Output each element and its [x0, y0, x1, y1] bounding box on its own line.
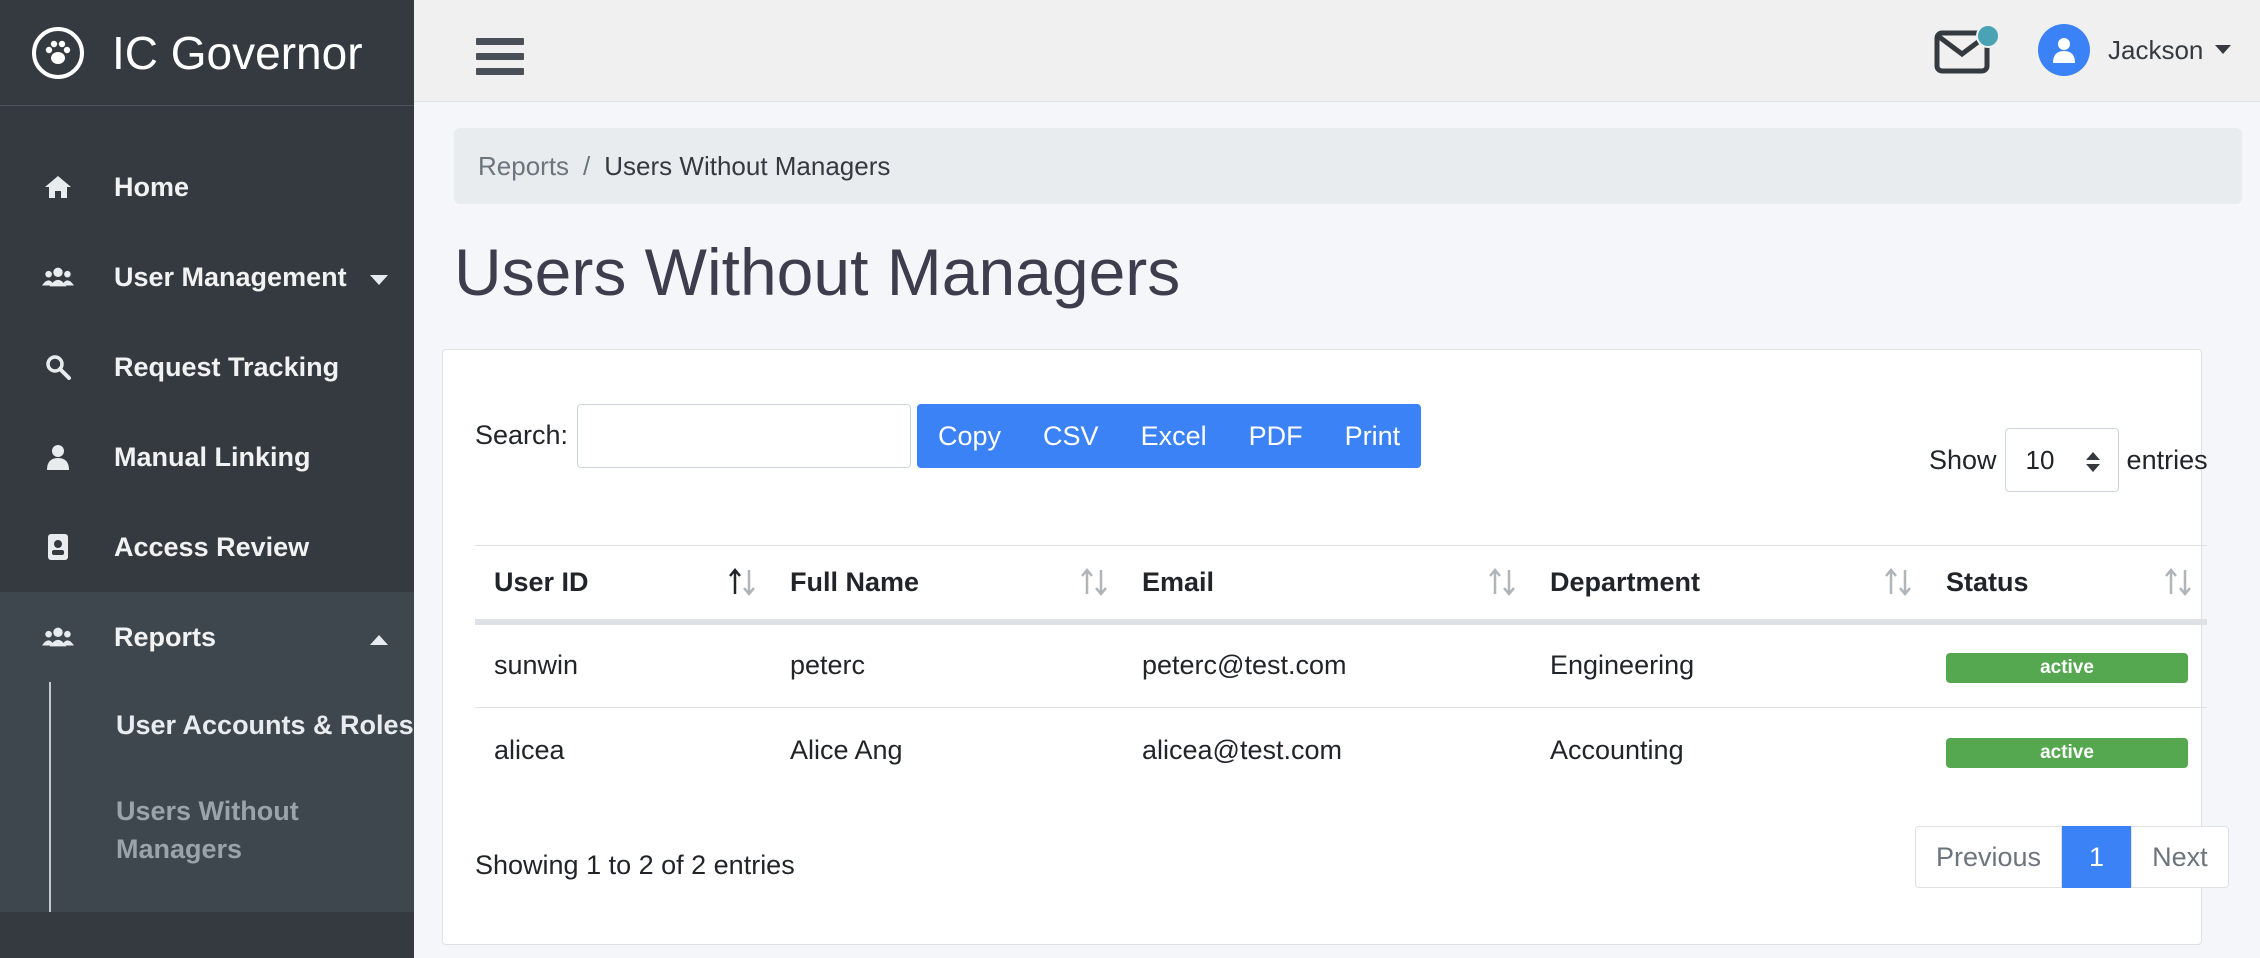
reports-submenu: User Accounts & Roles Users Without Mana… — [0, 682, 414, 912]
sidebar-nav: Home User Management Request Tracking Ma… — [0, 142, 414, 912]
sidebar-item-label: User Management — [114, 261, 347, 292]
page-length-control: Show 10 entries — [1929, 428, 2208, 492]
column-header-department[interactable]: Department — [1531, 546, 1927, 622]
sidebar: IC Governor Home User Management Request… — [0, 0, 414, 958]
show-label: Show — [1929, 444, 1997, 475]
column-header-email[interactable]: Email — [1123, 546, 1531, 622]
sidebar-subitem-user-accounts-roles[interactable]: User Accounts & Roles — [0, 682, 414, 768]
avatar — [2038, 24, 2090, 76]
copy-button[interactable]: Copy — [917, 404, 1022, 468]
breadcrumb-separator: / — [583, 150, 591, 181]
breadcrumb: Reports / Users Without Managers — [454, 128, 2242, 204]
cell-email: alicea@test.com — [1142, 735, 1342, 766]
table-info: Showing 1 to 2 of 2 entries — [475, 850, 795, 880]
cell-department: Accounting — [1550, 735, 1684, 766]
cell-full-name: peterc — [771, 621, 1123, 708]
paw-icon — [32, 26, 84, 79]
sort-asc-icon — [727, 568, 757, 603]
sidebar-subitem-users-without-managers[interactable]: Users Without Managers — [0, 768, 414, 892]
user-menu[interactable]: Jackson — [2038, 24, 2232, 76]
table-card: Search: Copy CSV Excel PDF Print Show 10… — [442, 349, 2229, 945]
export-button-group: Copy CSV Excel PDF Print — [917, 404, 1422, 468]
sidebar-item-label: Reports — [114, 621, 217, 652]
sidebar-item-home[interactable]: Home — [0, 142, 414, 232]
caret-down-icon — [370, 272, 388, 290]
sidebar-item-user-management[interactable]: User Management — [0, 232, 414, 322]
sidebar-item-access-review[interactable]: Access Review — [0, 502, 414, 592]
user-icon — [42, 441, 74, 473]
id-badge-icon — [42, 531, 74, 563]
csv-button[interactable]: CSV — [1022, 404, 1120, 468]
table-header-row: User ID Full Name Email Department Statu… — [475, 545, 2207, 622]
column-header-status[interactable]: Status — [1927, 546, 2207, 622]
column-header-full-name[interactable]: Full Name — [771, 546, 1123, 622]
pdf-button[interactable]: PDF — [1228, 404, 1324, 468]
caret-up-icon — [370, 632, 388, 650]
sidebar-item-request-tracking[interactable]: Request Tracking — [0, 322, 414, 412]
hamburger-menu-icon[interactable] — [476, 38, 524, 82]
entries-label: entries — [2126, 444, 2208, 475]
breadcrumb-current: Users Without Managers — [604, 150, 891, 181]
search-input[interactable] — [577, 404, 911, 468]
breadcrumb-reports-link[interactable]: Reports — [478, 151, 569, 182]
cell-user-id: alicea — [494, 735, 565, 766]
user-name: Jackson — [2108, 34, 2204, 65]
search-label: Search: — [475, 420, 569, 450]
page-1-button[interactable]: 1 — [2062, 826, 2132, 888]
sort-icon — [1487, 568, 1517, 603]
sort-icon — [1883, 568, 1913, 603]
users-icon — [42, 261, 74, 293]
entries-select[interactable]: 10 — [2004, 428, 2119, 492]
table-row[interactable]: sunwin peterc peterc@test.com Engineerin… — [475, 621, 2207, 708]
cell-status: active — [1927, 621, 2207, 708]
sidebar-item-label: Home — [114, 171, 190, 202]
home-icon — [42, 171, 74, 203]
next-page-button[interactable]: Next — [2131, 826, 2229, 888]
previous-page-button[interactable]: Previous — [1915, 826, 2063, 888]
sort-icon — [2163, 568, 2193, 603]
sidebar-item-manual-linking[interactable]: Manual Linking — [0, 412, 414, 502]
sidebar-item-label: Request Tracking — [114, 351, 340, 382]
brand[interactable]: IC Governor — [0, 0, 414, 106]
notification-dot — [1976, 24, 2000, 48]
sort-icon — [1079, 568, 1109, 603]
print-button[interactable]: Print — [1324, 404, 1422, 468]
status-badge: active — [1946, 652, 2188, 683]
search-icon — [42, 351, 74, 383]
excel-button[interactable]: Excel — [1120, 404, 1228, 468]
column-header-user-id[interactable]: User ID — [475, 546, 771, 622]
select-arrows-icon — [2085, 449, 2100, 480]
cell-full-name: Alice Ang — [790, 735, 903, 766]
cell-status: active — [1927, 708, 2207, 794]
app-title: IC Governor — [112, 26, 363, 79]
cell-user-id: sunwin — [475, 621, 771, 708]
users-table: User ID Full Name Email Department Statu… — [475, 545, 2207, 794]
sidebar-item-label: Manual Linking — [114, 441, 311, 472]
cell-email: peterc@test.com — [1123, 621, 1531, 708]
cell-department: Engineering — [1531, 621, 1927, 708]
users-icon — [42, 621, 74, 653]
sidebar-item-label: Access Review — [114, 531, 310, 562]
caret-down-icon — [2215, 41, 2232, 59]
sidebar-item-reports[interactable]: Reports — [0, 592, 414, 682]
page-title: Users Without Managers — [454, 235, 1181, 309]
entries-select-value: 10 — [2025, 444, 2055, 475]
pagination: Previous 1 Next — [1915, 826, 2229, 888]
top-navbar: Jackson — [414, 0, 2260, 102]
table-row[interactable]: alicea Alice Ang alicea@test.com Account… — [475, 708, 2207, 794]
status-badge: active — [1946, 737, 2188, 768]
